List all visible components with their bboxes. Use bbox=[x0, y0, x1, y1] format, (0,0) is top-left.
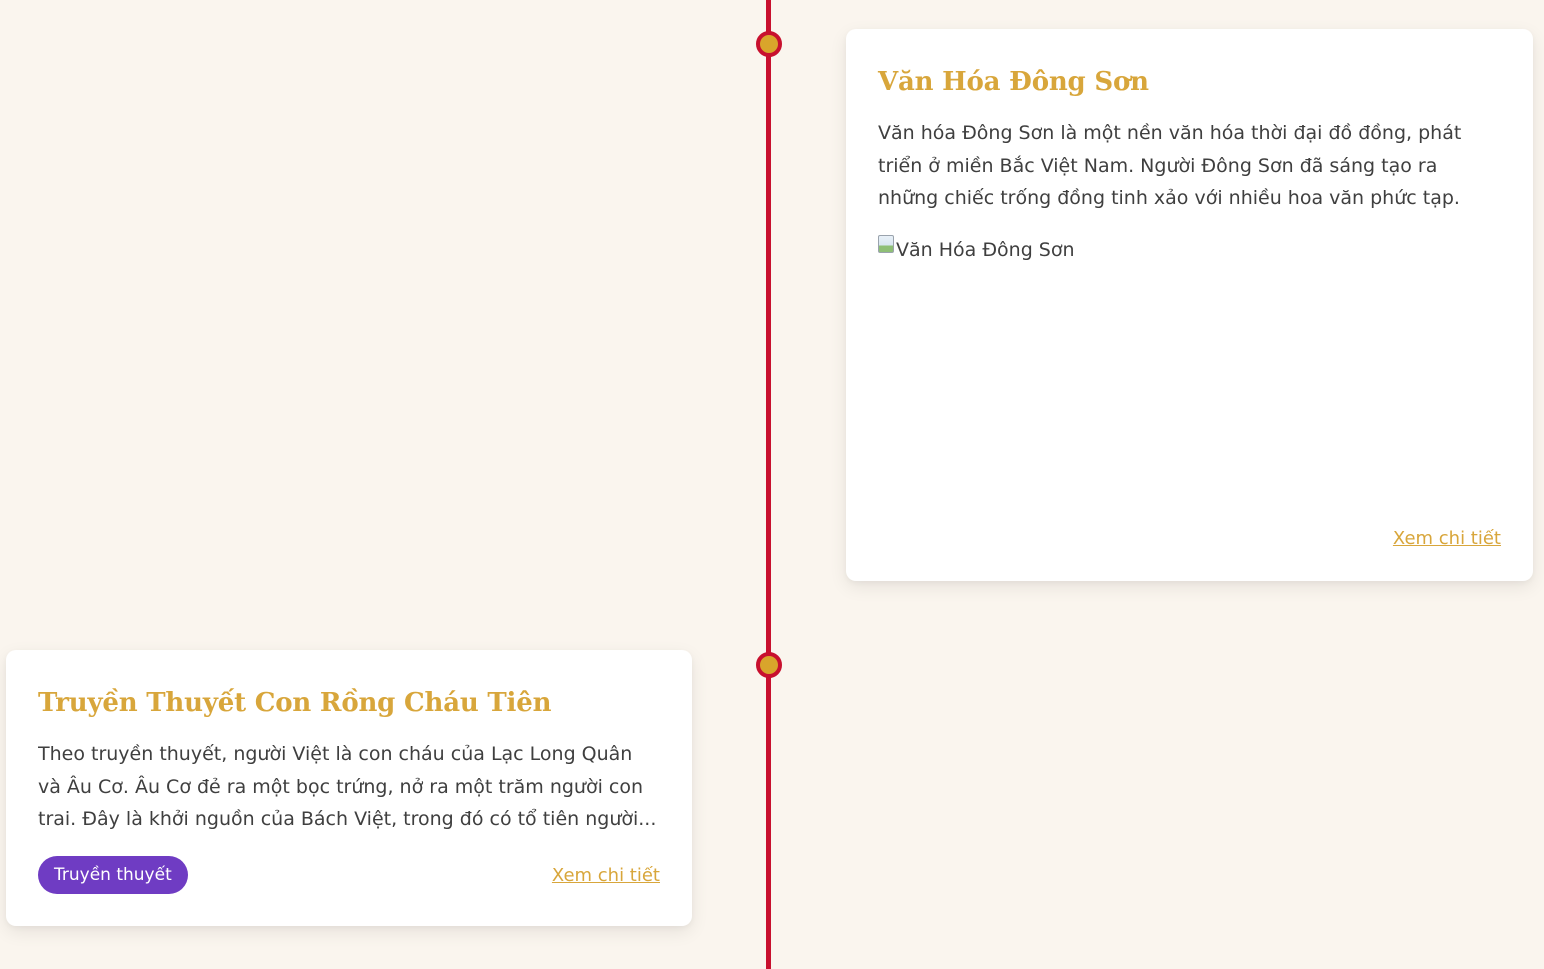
view-details-link[interactable]: Xem chi tiết bbox=[1393, 528, 1501, 549]
card-image: Văn Hóa Đông Sơn bbox=[878, 234, 1501, 265]
category-tag[interactable]: Truyền thuyết bbox=[38, 856, 188, 894]
card-title: Văn Hóa Đông Sơn bbox=[878, 67, 1149, 97]
card-footer: Truyền thuyết Xem chi tiết bbox=[38, 856, 660, 894]
view-details-link[interactable]: Xem chi tiết bbox=[552, 865, 660, 886]
timeline-card-con-rong-chau-tien: Truyền Thuyết Con Rồng Cháu Tiên Theo tr… bbox=[6, 650, 692, 926]
card-title: Truyền Thuyết Con Rồng Cháu Tiên bbox=[38, 688, 552, 718]
card-description: Văn hóa Đông Sơn là một nền văn hóa thời… bbox=[878, 122, 1462, 209]
broken-image-icon bbox=[878, 234, 894, 253]
timeline-dot bbox=[756, 652, 782, 678]
timeline-card-dong-son: Văn Hóa Đông Sơn Văn hóa Đông Sơn là một… bbox=[846, 29, 1533, 581]
card-description: Theo truyền thuyết, người Việt là con ch… bbox=[38, 743, 657, 830]
card-footer: Xem chi tiết bbox=[1393, 528, 1501, 549]
card-image-alt-text: Văn Hóa Đông Sơn bbox=[896, 238, 1075, 261]
timeline-dot bbox=[756, 31, 782, 57]
timeline-line bbox=[766, 0, 771, 969]
